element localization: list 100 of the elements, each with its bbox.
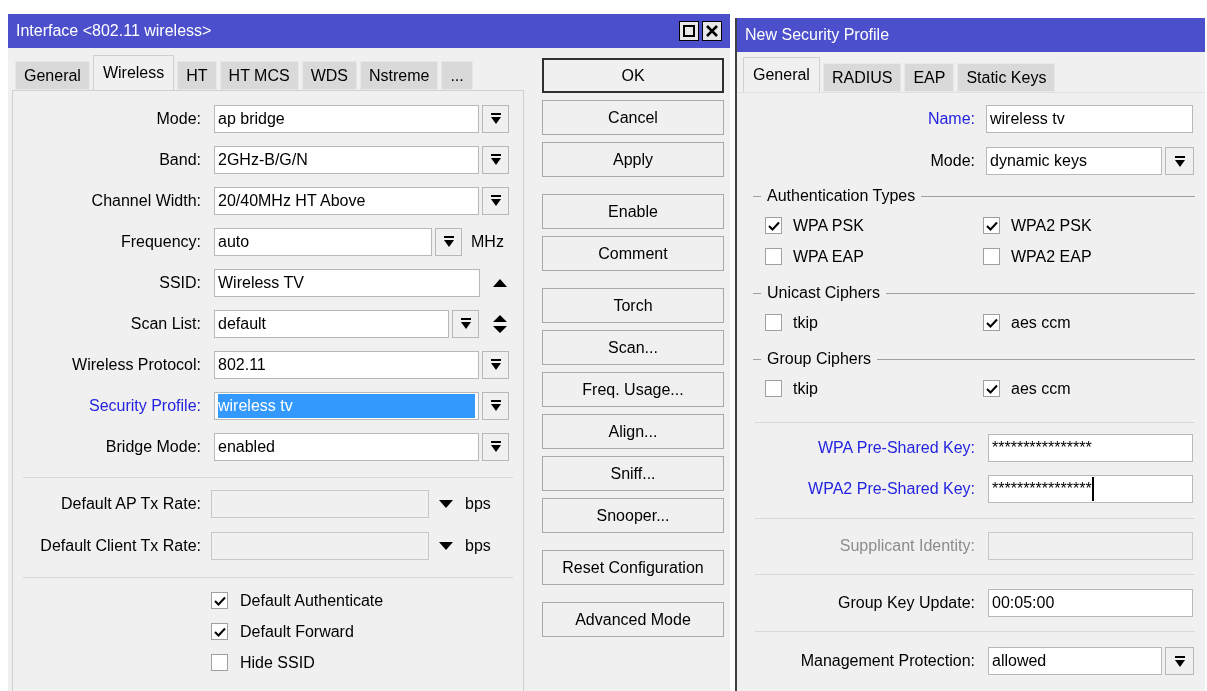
dropdown-arrow-icon — [490, 154, 501, 165]
password-field[interactable]: **************** — [988, 433, 1193, 462]
input-field[interactable] — [988, 532, 1193, 560]
input-field[interactable] — [211, 490, 429, 518]
tab[interactable]: Nstreme — [359, 61, 439, 90]
dialog-button[interactable]: Enable — [542, 194, 724, 229]
collapse-arrow-icon[interactable] — [493, 278, 507, 287]
input-field[interactable]: default — [214, 309, 449, 338]
field-value: 00:05:00 — [992, 593, 1055, 613]
checkbox[interactable] — [765, 380, 782, 397]
input-field[interactable]: 802.11 — [214, 350, 479, 379]
dialog-button[interactable]: Advanced Mode — [542, 602, 724, 637]
dropdown-arrow-icon[interactable] — [439, 500, 453, 508]
group-title: Authentication Types — [767, 186, 916, 206]
tab[interactable]: EAP — [904, 63, 955, 92]
input-field[interactable]: enabled — [214, 432, 479, 461]
field-value: wireless tv — [990, 109, 1065, 129]
checkbox[interactable] — [211, 623, 228, 640]
field-value: dynamic keys — [990, 151, 1087, 171]
tab[interactable]: WDS — [301, 61, 357, 90]
dialog-button[interactable]: Cancel — [542, 100, 724, 135]
input-field[interactable] — [211, 532, 429, 560]
checkbox[interactable] — [983, 217, 1000, 234]
field-label: Bridge Mode: — [104, 436, 201, 457]
field-value: Wireless TV — [218, 272, 304, 293]
field-label: SSID: — [158, 272, 201, 293]
group-title: Unicast Ciphers — [767, 283, 880, 303]
unit-label: bps — [465, 494, 491, 514]
input-field[interactable]: wireless tv — [986, 105, 1193, 133]
dropdown-button[interactable] — [435, 227, 462, 256]
checkbox[interactable] — [765, 217, 782, 234]
dropdown-button[interactable] — [482, 350, 509, 379]
dialog-button[interactable]: Reset Configuration — [542, 550, 724, 585]
field-value: enabled — [218, 436, 275, 457]
checkbox[interactable] — [765, 314, 782, 331]
checkbox-label: WPA EAP — [793, 246, 864, 267]
dialog-button[interactable]: Sniff... — [542, 456, 724, 491]
checkbox-label: Default Forward — [240, 621, 354, 642]
tab[interactable]: HT — [177, 61, 217, 90]
dialog-button[interactable]: Snooper... — [542, 498, 724, 533]
dialog-button[interactable]: Apply — [542, 142, 724, 177]
input-field[interactable]: 00:05:00 — [988, 589, 1193, 617]
field-label: Wireless Protocol: — [71, 354, 201, 375]
field-value: auto — [218, 231, 250, 252]
checkbox-label: aes ccm — [1011, 312, 1071, 333]
dialog-button[interactable]: Comment — [542, 236, 724, 271]
input-field[interactable]: dynamic keys — [986, 147, 1162, 175]
dropdown-button[interactable] — [482, 104, 509, 133]
group-title: Group Ciphers — [767, 349, 872, 369]
field-value: allowed — [992, 651, 1047, 671]
dropdown-button[interactable] — [1165, 147, 1194, 175]
dialog-button[interactable]: Freq. Usage... — [542, 372, 724, 407]
dropdown-arrow-icon[interactable] — [439, 542, 453, 550]
checkbox[interactable] — [983, 380, 1000, 397]
input-field[interactable]: Wireless TV — [214, 268, 480, 297]
dropdown-button[interactable] — [482, 432, 509, 461]
checkbox-label: tkip — [793, 378, 818, 399]
tab[interactable]: ... — [441, 61, 473, 90]
tab[interactable]: Wireless — [92, 55, 175, 90]
dropdown-arrow-icon — [490, 113, 501, 124]
checkbox-label: WPA2 EAP — [1011, 246, 1092, 267]
up-down-arrow-icon[interactable] — [493, 314, 507, 333]
close-button[interactable] — [702, 21, 722, 41]
dropdown-button[interactable] — [482, 145, 509, 174]
field-label: Band: — [158, 149, 201, 170]
field-label: Name: — [926, 109, 975, 129]
field-label: Group Key Update: — [837, 593, 975, 613]
input-field[interactable]: ap bridge — [214, 104, 479, 133]
input-field[interactable]: auto — [214, 227, 432, 256]
dropdown-button[interactable] — [452, 309, 479, 338]
checkbox[interactable] — [211, 592, 228, 609]
window-title: Interface <802.11 wireless> — [16, 21, 213, 41]
checkbox[interactable] — [211, 654, 228, 671]
tab[interactable]: HT MCS — [219, 61, 299, 90]
checkbox[interactable] — [983, 314, 1000, 331]
field-value: default — [218, 313, 267, 334]
dialog-button[interactable]: Align... — [542, 414, 724, 449]
dropdown-button[interactable] — [1165, 647, 1194, 675]
dialog-button[interactable]: Scan... — [542, 330, 724, 365]
tab[interactable]: RADIUS — [822, 63, 902, 92]
input-field[interactable]: 20/40MHz HT Above — [214, 186, 479, 215]
password-field[interactable]: **************** — [988, 474, 1193, 503]
field-label: Security Profile: — [87, 395, 201, 416]
field-label: Mode: — [929, 151, 975, 171]
checkbox[interactable] — [765, 248, 782, 265]
input-field[interactable]: 2GHz-B/G/N — [214, 145, 479, 174]
dropdown-arrow-icon — [443, 236, 454, 247]
input-field[interactable]: allowed — [988, 647, 1162, 675]
field-label: Scan List: — [129, 313, 201, 334]
checkbox[interactable] — [983, 248, 1000, 265]
tab[interactable]: General — [15, 61, 90, 90]
dropdown-button[interactable] — [482, 391, 509, 420]
dialog-button[interactable]: OK — [542, 58, 724, 93]
tab[interactable]: General — [743, 57, 820, 92]
dialog-button[interactable]: Torch — [542, 288, 724, 323]
dropdown-arrow-icon — [490, 400, 501, 411]
dropdown-arrow-icon — [1174, 155, 1185, 167]
tab[interactable]: Static Keys — [957, 63, 1056, 92]
dropdown-button[interactable] — [482, 186, 509, 215]
maximize-button[interactable] — [679, 21, 699, 41]
